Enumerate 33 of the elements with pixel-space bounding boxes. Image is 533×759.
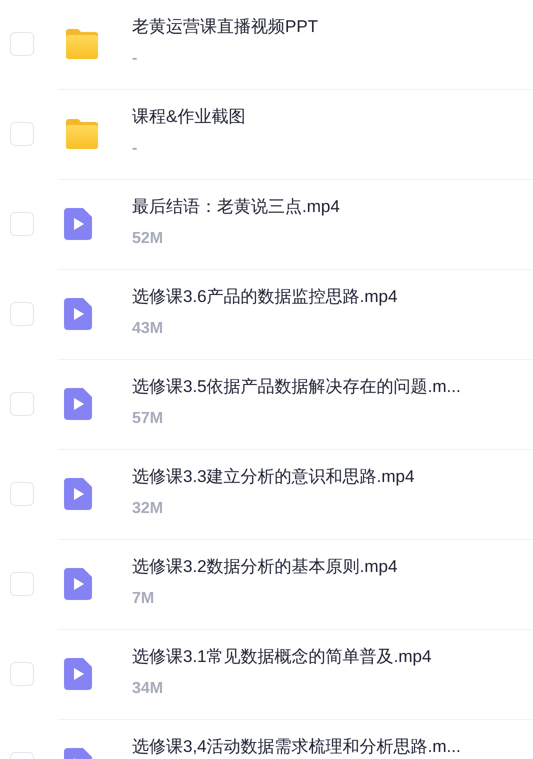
file-name[interactable]: 选修课3.5依据产品数据解决存在的问题.m... (132, 375, 461, 399)
file-size: 43M (132, 319, 164, 339)
file-name[interactable]: 课程&作业截图 (132, 105, 246, 129)
checkbox[interactable] (10, 212, 34, 236)
file-size: 7M (132, 589, 154, 609)
file-size: - (132, 139, 138, 159)
file-size: 57M (132, 409, 164, 429)
checkbox[interactable] (10, 572, 34, 596)
file-size: - (132, 49, 138, 69)
checkbox[interactable] (10, 32, 34, 56)
file-name[interactable]: 选修课3.1常见数据概念的简单普及.mp4 (132, 645, 432, 669)
video-file-icon (64, 478, 92, 510)
checkbox[interactable] (10, 122, 34, 146)
file-name[interactable]: 老黄运营课直播视频PPT (132, 15, 318, 39)
video-file-icon (64, 208, 92, 240)
file-size: 32M (132, 499, 164, 519)
folder-icon (64, 28, 100, 60)
checkbox[interactable] (10, 482, 34, 506)
file-size: 52M (132, 229, 164, 249)
checkbox[interactable] (10, 392, 34, 416)
video-file-icon (64, 388, 92, 420)
file-name[interactable]: 选修课3.6产品的数据监控思路.mp4 (132, 285, 398, 309)
file-name[interactable]: 选修课3.3建立分析的意识和思路.mp4 (132, 465, 414, 489)
video-file-icon (64, 568, 92, 600)
file-name[interactable]: 选修课3,4活动数据需求梳理和分析思路.m... (132, 735, 461, 759)
checkbox[interactable] (10, 302, 34, 326)
file-size: 34M (132, 679, 164, 699)
file-name[interactable]: 选修课3.2数据分析的基本原则.mp4 (132, 555, 398, 579)
checkbox[interactable] (10, 662, 34, 686)
file-name[interactable]: 最后结语：老黄说三点.mp4 (132, 195, 340, 219)
folder-icon (64, 118, 100, 150)
video-file-icon (64, 658, 92, 690)
video-file-icon (64, 298, 92, 330)
